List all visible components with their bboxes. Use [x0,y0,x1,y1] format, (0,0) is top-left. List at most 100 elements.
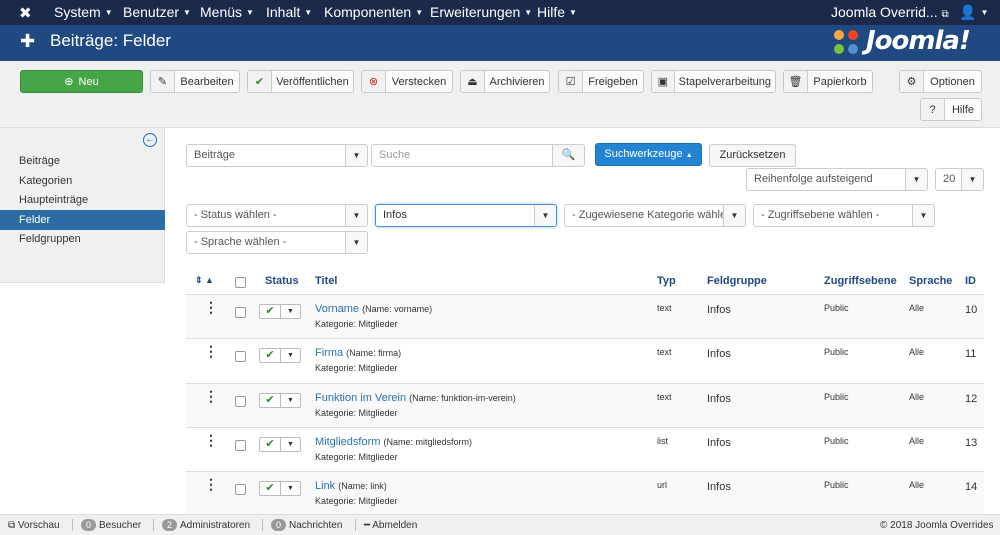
sidebar-item-haupteintraege[interactable]: Haupteinträge [0,190,165,210]
row-title-link[interactable]: Link [315,480,335,492]
drag-handle-icon[interactable]: ⋮ [204,433,218,447]
access-filter[interactable]: - Zugriffsebene wählen - ▼ [753,204,935,227]
language-filter[interactable]: - Sprache wählen - ▼ [186,231,368,254]
status-toggle[interactable]: ✔ ▼ [259,393,301,408]
search-tools-button[interactable]: Suchwerkzeuge ▲ [595,143,702,166]
status-filter[interactable]: - Status wählen - ▼ [186,204,368,227]
user-icon: 👤 [959,4,977,20]
published-check-icon[interactable]: ✔ [260,482,281,495]
published-check-icon[interactable]: ✔ [260,438,281,451]
caret-down-icon[interactable]: ▼ [281,438,300,451]
joomla-logo-icon [834,30,858,54]
joomla-menu-icon[interactable]: ✖ [19,4,32,22]
options-button[interactable]: ⚙ Optionen [899,70,982,93]
chevron-down-icon: ▼ [961,169,983,190]
copyright: © 2018 Joomla Overrides [880,520,994,531]
row-checkbox[interactable] [235,440,246,451]
question-icon: ? [921,99,945,120]
drag-handle-icon[interactable]: ⋮ [204,300,218,314]
limit-select[interactable]: 20 ▼ [935,168,984,191]
checkin-button[interactable]: ☑ Freigeben [558,70,644,93]
sidebar-item-kategorien[interactable]: Kategorien [0,171,165,191]
published-check-icon[interactable]: ✔ [260,349,281,362]
row-title-link[interactable]: Vorname [315,303,359,315]
collapse-sidebar-icon[interactable]: ← [143,133,157,147]
ordering-select[interactable]: Reihenfolge aufsteigend ▼ [746,168,928,191]
messages-indicator[interactable]: 0 Nachrichten [271,519,342,531]
menu-komponenten[interactable]: Komponenten ▼ [324,4,423,20]
help-button[interactable]: ? Hilfe [920,98,982,121]
caret-down-icon[interactable]: ▼ [281,482,300,495]
row-checkbox[interactable] [235,396,246,407]
col-access[interactable]: Zugriffsebene [824,275,897,287]
drag-handle-icon[interactable]: ⋮ [204,344,218,358]
sort-order-icon[interactable]: ⇕ ▲ [195,275,214,286]
row-checkbox[interactable] [235,351,246,362]
caret-down-icon[interactable]: ▼ [281,305,300,318]
group-filter[interactable]: Infos ▼ [375,204,557,227]
row-checkbox[interactable] [235,307,246,318]
publish-button[interactable]: ✔ Veröffentlichen [247,70,354,93]
category-filter[interactable]: - Zugewiesene Kategorie wähle ▼ [564,204,746,227]
row-title-link[interactable]: Firma [315,347,343,359]
col-type[interactable]: Typ [657,275,676,287]
row-group: Infos [707,348,731,360]
menu-menues[interactable]: Menüs ▼ [200,4,254,20]
sidebar-item-beitraege[interactable]: Beiträge [0,151,165,171]
search-input[interactable]: Suche [371,144,553,167]
caret-down-icon[interactable]: ▼ [281,394,300,407]
col-status[interactable]: Status [265,275,299,287]
row-title-link[interactable]: Mitgliedsform [315,436,380,448]
menu-label: Erweiterungen [430,4,521,20]
col-language[interactable]: Sprache [909,275,952,287]
context-select[interactable]: Beiträge ▼ [186,144,368,167]
divider [153,519,154,531]
status-toggle[interactable]: ✔ ▼ [259,348,301,363]
status-toggle[interactable]: ✔ ▼ [259,481,301,496]
col-id[interactable]: ID [965,275,976,287]
user-menu[interactable]: 👤 ▼ [959,4,988,21]
edit-button[interactable]: ✎ Bearbeiten [150,70,240,93]
row-title: Vorname (Name: vorname) [315,303,432,315]
search-button[interactable]: 🔍 [552,144,585,167]
row-checkbox[interactable] [235,484,246,495]
preview-link[interactable]: ⧉ Vorschau [8,520,60,531]
published-check-icon[interactable]: ✔ [260,394,281,407]
status-toggle[interactable]: ✔ ▼ [259,437,301,452]
row-title-link[interactable]: Funktion im Verein [315,392,406,404]
unpublish-button[interactable]: ⊗ Verstecken [361,70,453,93]
row-alias: (Name: funktion-im-verein) [409,393,516,403]
reset-button[interactable]: Zurücksetzen [709,144,796,167]
row-title: Funktion im Verein (Name: funktion-im-ve… [315,392,516,404]
menu-system[interactable]: System ▼ [54,4,113,20]
drag-handle-icon[interactable]: ⋮ [204,389,218,403]
edit-label: Bearbeiten [180,75,234,88]
table-row: ⋮ ✔ ▼ Link (Name: link) Kategorie: Mitgli… [186,471,984,515]
caret-down-icon: ▼ [104,8,113,17]
menu-inhalt[interactable]: Inhalt ▼ [266,4,312,20]
row-language: Alle [909,436,925,446]
menu-benutzer[interactable]: Benutzer ▼ [123,4,191,20]
trash-button[interactable]: 🗑 Papierkorb [783,70,873,93]
status-toggle[interactable]: ✔ ▼ [259,304,301,319]
sidebar-item-felder[interactable]: Felder [0,210,165,230]
caret-down-icon[interactable]: ▼ [281,349,300,362]
admins-indicator[interactable]: 2 Administratoren [162,519,250,531]
logout-link[interactable]: ━ Abmelden [364,520,417,531]
site-link[interactable]: Joomla Overrid... ⧉ [831,4,949,20]
row-group: Infos [707,393,731,405]
visitors-indicator[interactable]: 0 Besucher [81,519,141,531]
table-row: ⋮ ✔ ▼ Funktion im Verein (Name: funktion-… [186,383,984,427]
menu-hilfe[interactable]: Hilfe ▼ [537,4,577,20]
select-all-checkbox[interactable] [235,277,246,288]
drag-handle-icon[interactable]: ⋮ [204,477,218,491]
col-group[interactable]: Feldgruppe [707,275,767,287]
sidebar-item-feldgruppen[interactable]: Feldgruppen [0,229,165,249]
trash-label: Papierkorb [813,75,867,88]
published-check-icon[interactable]: ✔ [260,305,281,318]
col-title[interactable]: Titel [315,275,337,287]
batch-button[interactable]: ▣ Stapelverarbeitung [651,70,776,93]
new-button[interactable]: ⊕ Neu [20,70,143,93]
archive-button[interactable]: ⏏ Archivieren [460,70,550,93]
menu-erweiterungen[interactable]: Erweiterungen ▼ [430,4,532,20]
